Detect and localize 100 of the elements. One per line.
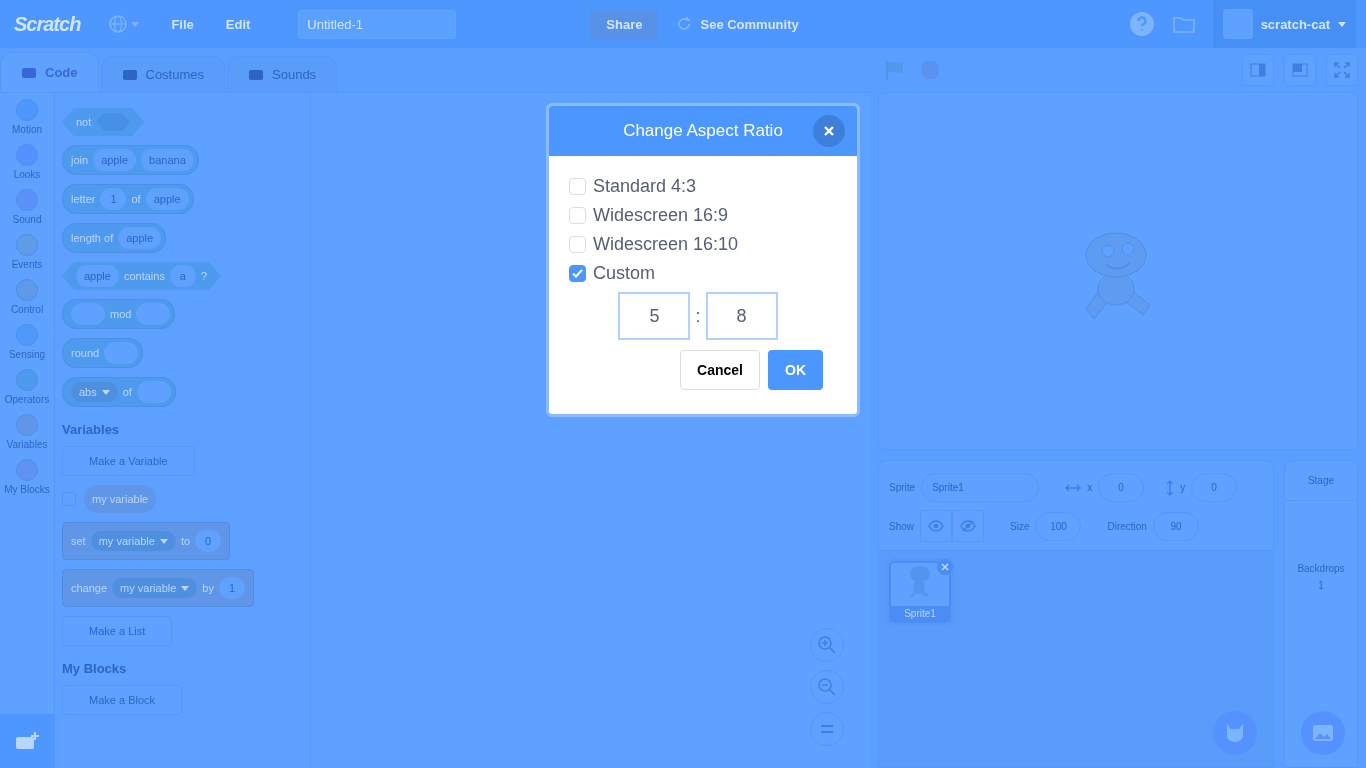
account-menu[interactable]: scratch-cat	[1212, 0, 1356, 48]
block-input[interactable]: a	[169, 265, 196, 287]
category-heading: Variables	[62, 422, 120, 437]
category-heading: My Blocks	[62, 661, 127, 676]
block-label: ?	[200, 270, 208, 282]
caret-icon	[1338, 21, 1346, 27]
block-input[interactable]: 1	[100, 188, 127, 210]
category-item[interactable]: Motion	[0, 93, 54, 138]
category-item[interactable]: Variables	[0, 408, 54, 453]
field-label: x	[1087, 482, 1093, 493]
add-sprite-button[interactable]	[1213, 711, 1257, 755]
aspect-option[interactable]: Widescreen 16:10	[569, 230, 837, 259]
extension-icon	[14, 731, 40, 751]
fullscreen-icon	[1334, 62, 1350, 78]
aspect-option[interactable]: Standard 4:3	[569, 172, 837, 201]
delete-icon[interactable]	[937, 559, 953, 575]
community-button[interactable]: See Community	[662, 16, 813, 32]
code-block[interactable]: change my variable by 1	[62, 569, 254, 607]
sprite-name: Sprite1	[891, 606, 949, 621]
code-block[interactable]: abs of	[62, 377, 176, 407]
category-item[interactable]: Operators	[0, 363, 54, 408]
code-block[interactable]: letter 1 of apple	[62, 184, 194, 214]
width-input-field[interactable]: 5	[618, 292, 691, 340]
block-dropdown[interactable]: my variable	[90, 531, 176, 551]
large-stage-button[interactable]	[1284, 54, 1316, 86]
editor-tab[interactable]: Code	[0, 52, 99, 92]
check-icon	[572, 269, 583, 278]
share-button[interactable]: Share	[590, 8, 659, 40]
aspect-option[interactable]: Widescreen 16:9	[569, 201, 837, 230]
project-title-field[interactable]: Untitled-1	[298, 9, 457, 39]
block-input[interactable]	[71, 303, 105, 325]
editor-tab[interactable]: Sounds	[227, 56, 338, 92]
aspect-option[interactable]: Custom	[569, 259, 837, 288]
folder-icon[interactable]	[1172, 15, 1195, 33]
block-dropdown[interactable]: abs	[71, 382, 118, 402]
block-input[interactable]: apple	[93, 149, 137, 171]
code-block[interactable]: round	[62, 338, 144, 368]
add-backdrop-button[interactable]	[1301, 711, 1345, 755]
block-input[interactable]: banana	[141, 149, 194, 171]
category-item[interactable]: Control	[0, 273, 54, 318]
help-icon[interactable]	[1128, 11, 1155, 37]
block-input[interactable]	[136, 381, 171, 403]
add-extension-button[interactable]	[0, 714, 54, 768]
block-input[interactable]: apple	[145, 188, 189, 210]
code-block[interactable]: apple contains a ?	[62, 262, 222, 290]
zoom-out-icon	[817, 677, 837, 697]
block-input[interactable]: apple	[76, 265, 119, 287]
code-block[interactable]: join apple banana	[62, 145, 199, 175]
code-block[interactable]: not	[62, 108, 145, 136]
refresh-icon	[676, 16, 693, 32]
block-input[interactable]	[104, 342, 139, 364]
layout-icon	[1250, 63, 1266, 77]
category-item[interactable]: Looks	[0, 138, 54, 183]
category-item[interactable]: Sensing	[0, 318, 54, 363]
zoom-in-button[interactable]	[810, 628, 844, 662]
cancel-button[interactable]: Cancel	[680, 350, 760, 390]
close-button[interactable]	[813, 115, 845, 147]
block-label: mod	[110, 308, 132, 320]
field-label: Show	[889, 520, 914, 532]
sprite-tile[interactable]: Sprite1	[889, 561, 951, 623]
zoom-reset-button[interactable]	[810, 712, 844, 746]
block-input[interactable]	[136, 303, 171, 325]
small-stage-button[interactable]	[1242, 54, 1274, 86]
close-icon	[824, 126, 834, 136]
block-input[interactable]: 1	[218, 577, 245, 599]
height-input-field[interactable]: 8	[705, 292, 778, 340]
backdrops-label: Backdrops	[1297, 563, 1345, 574]
checkbox[interactable]	[569, 265, 586, 282]
cat-face-icon	[1224, 723, 1246, 743]
ok-button[interactable]: OK	[768, 350, 823, 390]
menu-item[interactable]: Edit	[211, 0, 265, 48]
fullscreen-button[interactable]	[1326, 54, 1358, 86]
block-label: set	[71, 535, 86, 547]
block-dropdown[interactable]: my variable	[112, 578, 198, 598]
palette-button[interactable]: Make a Variable	[62, 446, 195, 476]
block-input[interactable]: apple	[118, 227, 162, 249]
block-label: not	[76, 116, 92, 128]
logo[interactable]: Scratch	[10, 12, 91, 36]
code-block[interactable]: length of apple	[62, 223, 167, 253]
editor-tab[interactable]: Costumes	[100, 56, 226, 92]
block-label: of	[122, 386, 132, 398]
caret-icon	[159, 538, 168, 544]
menu-item[interactable]: File	[157, 0, 208, 48]
palette-button[interactable]: Make a List	[62, 616, 173, 646]
block-label: letter	[71, 193, 96, 205]
variable-reporter[interactable]: my variable	[84, 485, 157, 513]
zoom-out-button[interactable]	[810, 670, 844, 704]
caret-icon	[131, 21, 140, 27]
code-block[interactable]: mod	[62, 299, 176, 329]
hide-button[interactable]	[952, 510, 984, 542]
category-item[interactable]: Events	[0, 228, 54, 273]
backdrop-count: 1	[1318, 580, 1324, 591]
show-button[interactable]	[920, 510, 952, 542]
field-label: Direction	[1107, 520, 1147, 532]
category-item[interactable]: My Blocks	[0, 453, 54, 498]
category-item[interactable]: Sound	[0, 183, 54, 228]
stage-title: Stage	[1285, 461, 1357, 501]
layout-icon	[1292, 63, 1308, 77]
palette-button[interactable]: Make a Block	[62, 685, 183, 715]
picture-icon	[1312, 724, 1334, 742]
